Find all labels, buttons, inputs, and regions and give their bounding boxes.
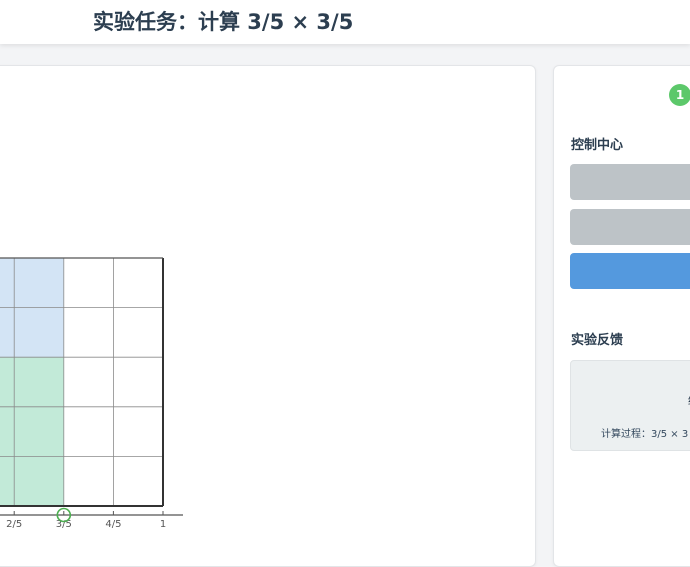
fraction-grid-model[interactable]: 2/5 3/5 4/5 1 — [0, 66, 535, 566]
feedback-process-text: 计算过程：3/5 × 3 — [601, 429, 689, 440]
control-button-1[interactable] — [570, 164, 690, 200]
step-badge: 1 — [669, 84, 690, 106]
feedback-box: 结 计算过程：3/5 × 3 — [570, 360, 690, 451]
x-axis-tick-label: 4/5 — [105, 519, 121, 530]
control-center-title: 控制中心 — [571, 138, 624, 153]
page-title: 实验任务：计算 3/5 × 3/5 — [93, 10, 354, 34]
header-bar: 实验任务：计算 3/5 × 3/5 — [0, 0, 690, 44]
feedback-title: 实验反馈 — [571, 333, 624, 348]
x-axis-tick-label: 2/5 — [6, 519, 22, 530]
x-axis-tick-label: 3/5 — [56, 519, 72, 530]
shaded-region-green — [0, 357, 64, 506]
experiment-canvas-panel: 2/5 3/5 4/5 1 — [0, 65, 536, 567]
x-axis-tick-label: 1 — [160, 519, 166, 530]
control-button-2[interactable] — [570, 209, 690, 245]
control-button-3[interactable] — [570, 253, 690, 289]
